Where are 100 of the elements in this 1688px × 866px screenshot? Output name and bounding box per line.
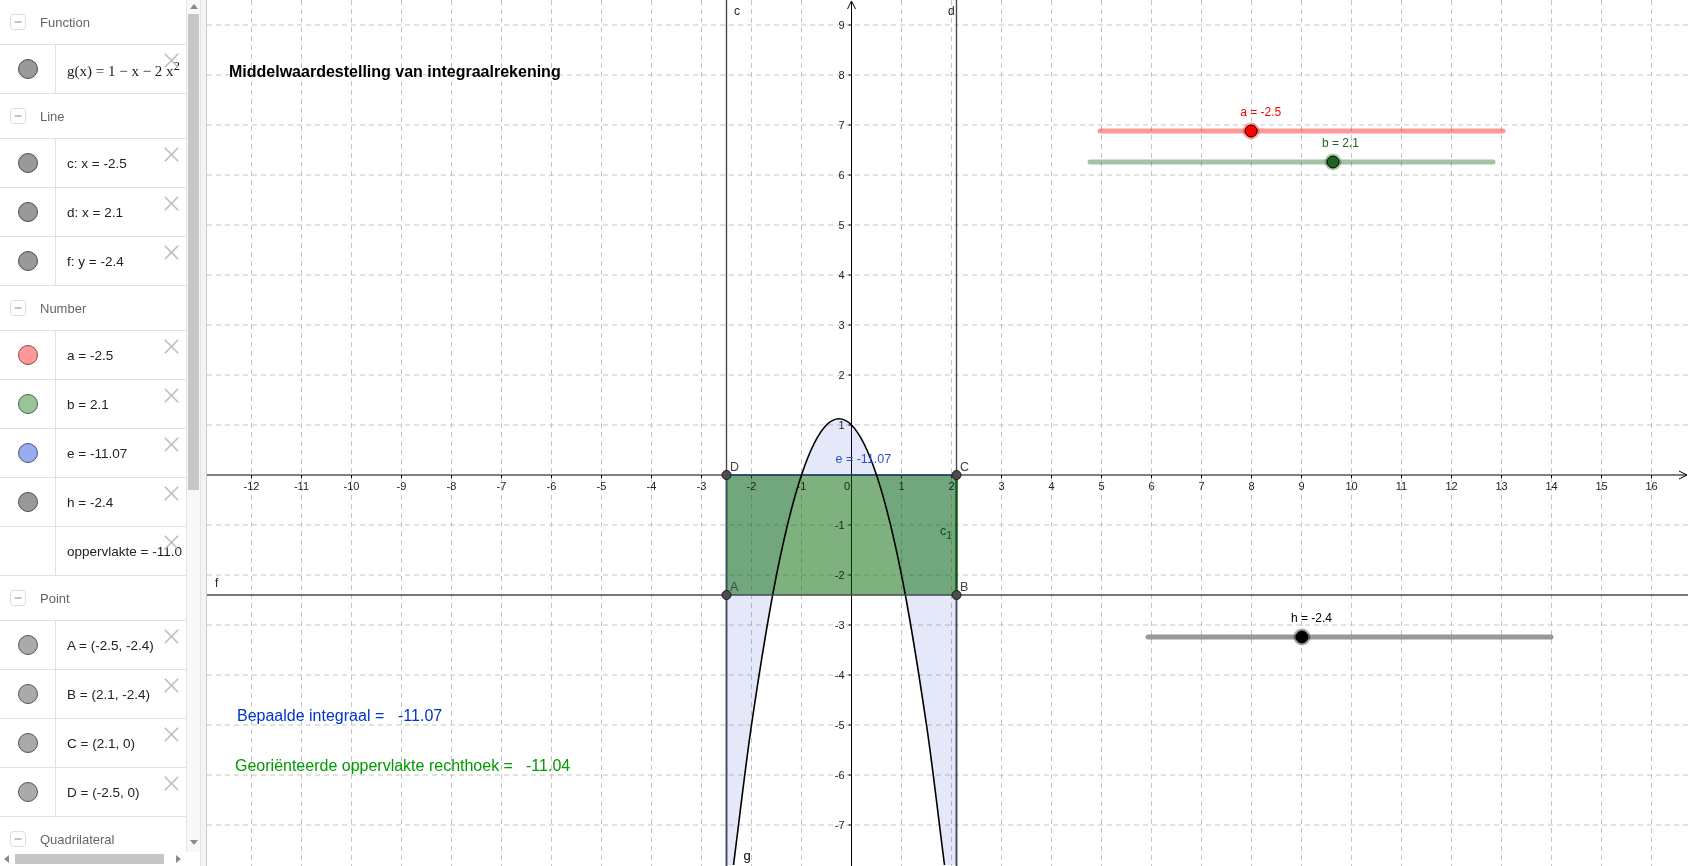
tick-label: 15 [1595, 480, 1608, 492]
scrollbar-thumb[interactable] [15, 854, 164, 864]
algebra-entry[interactable]: B = (2.1, -2.4) [67, 686, 150, 702]
tick-label: -7 [496, 480, 507, 492]
right-arrow-icon[interactable] [176, 855, 181, 863]
tick-label: 4 [1048, 480, 1055, 492]
slider-label: a = -2.5 [1240, 105, 1282, 119]
cross-icon[interactable] [164, 147, 179, 162]
algebra-entry[interactable]: D = (-2.5, 0) [67, 784, 140, 800]
tick-label: 2 [838, 369, 845, 381]
algebra-entry[interactable]: b = 2.1 [67, 396, 109, 412]
cross-icon[interactable] [164, 776, 179, 791]
point [721, 470, 732, 480]
collapse-icon[interactable] [10, 300, 26, 316]
dot-icon[interactable] [17, 684, 38, 704]
caption-text: Georiënteerde oppervlakte rechthoek = [235, 757, 513, 774]
dot-icon[interactable] [17, 782, 38, 802]
dot-icon[interactable] [17, 202, 38, 222]
value-text: -11.04 [526, 757, 571, 774]
cross-icon[interactable] [164, 339, 179, 354]
tick-label: 0 [843, 480, 850, 492]
collapse-icon[interactable] [10, 14, 26, 30]
cross-icon[interactable] [164, 388, 179, 403]
point-label: A [730, 580, 739, 594]
tick-label: -5 [834, 719, 845, 731]
dot-icon[interactable] [17, 492, 38, 512]
cross-icon[interactable] [164, 53, 179, 68]
tick-label: -8 [446, 480, 457, 492]
algebra-entry[interactable]: a = -2.5 [67, 347, 114, 363]
dot-icon[interactable] [17, 443, 38, 463]
point [951, 590, 962, 600]
dot-icon[interactable] [17, 59, 38, 79]
dot-icon[interactable] [17, 635, 38, 655]
cross-icon[interactable] [164, 245, 179, 260]
tick-label: 3 [998, 480, 1005, 492]
value-text: -11.07 [398, 707, 443, 724]
point-label: B [960, 580, 969, 594]
left-arrow-icon[interactable] [4, 855, 9, 863]
algebra-entry[interactable]: oppervlakte = -11.0 [67, 543, 182, 559]
tick-label: -11 [293, 480, 310, 492]
point-label: D [730, 460, 740, 474]
line-label: f [215, 576, 219, 590]
dot-icon[interactable] [17, 394, 38, 414]
slider-track[interactable] [1145, 628, 1554, 646]
line-label: c [734, 4, 740, 18]
graph-title: Middelwaardestelling van integraalrekening [229, 63, 561, 80]
dot-icon[interactable] [17, 153, 38, 173]
dot-icon[interactable] [17, 345, 38, 365]
point-label: C [960, 460, 970, 474]
algebra-entry[interactable]: f: y = -2.4 [67, 253, 124, 269]
cross-icon[interactable] [164, 486, 179, 501]
algebra-entry[interactable]: h = -2.4 [67, 494, 114, 510]
tick-label: 1 [898, 480, 905, 492]
algebra-entry[interactable]: d: x = 2.1 [67, 204, 123, 220]
algebra-entry[interactable]: c: x = -2.5 [67, 155, 127, 171]
tick-label: -10 [343, 480, 360, 492]
collapse-icon[interactable] [10, 108, 26, 124]
down-arrow-icon[interactable] [189, 840, 198, 845]
cross-icon[interactable] [164, 727, 179, 742]
tick-label: 8 [838, 69, 845, 81]
tick-label: 14 [1545, 480, 1558, 492]
tick-label: -12 [243, 480, 260, 492]
tick-label: 16 [1645, 480, 1658, 492]
algebra-entry[interactable]: A = (-2.5, -2.4) [67, 637, 154, 653]
tick-label: -3 [834, 619, 845, 631]
algebra-entry[interactable]: e = -11.07 [67, 445, 128, 461]
tick-label: 4 [838, 269, 845, 281]
point [951, 470, 962, 480]
dot-icon[interactable] [17, 733, 38, 753]
tick-label: 13 [1495, 480, 1508, 492]
collapse-icon[interactable] [10, 590, 26, 606]
algebra-entry[interactable]: C = (2.1, 0) [67, 735, 135, 751]
slider-thumb[interactable] [1293, 628, 1311, 646]
group-title: Point [40, 590, 70, 606]
dot-icon[interactable] [17, 251, 38, 271]
cross-icon[interactable] [164, 678, 179, 693]
slider-label: h = -2.4 [1290, 611, 1332, 625]
cross-icon[interactable] [164, 437, 179, 452]
cross-icon[interactable] [164, 196, 179, 211]
tick-label: 7 [1198, 480, 1205, 492]
tick-label: 9 [838, 19, 845, 31]
tick-label: 11 [1395, 480, 1408, 492]
tick-label: -4 [834, 669, 845, 681]
up-arrow-icon[interactable] [189, 4, 198, 9]
tick-label: 12 [1445, 480, 1458, 492]
cross-icon[interactable] [164, 629, 179, 644]
group-title: Quadrilateral [40, 831, 115, 847]
slider-thumb[interactable] [1324, 153, 1342, 171]
tick-label: 2 [948, 480, 955, 492]
caption-text: Bepaalde integraal = [237, 707, 385, 724]
tick-label: -5 [596, 480, 607, 492]
scrollbar-thumb[interactable] [188, 14, 199, 490]
slider-track[interactable] [1097, 122, 1506, 140]
tick-label: -2 [834, 569, 845, 581]
line-label: d [948, 4, 955, 18]
tick-label: 6 [1148, 480, 1155, 492]
slider-track[interactable] [1087, 153, 1496, 171]
collapse-icon[interactable] [10, 831, 26, 847]
vertical-scrollbar[interactable] [186, 0, 200, 852]
slider-thumb[interactable] [1242, 122, 1260, 140]
